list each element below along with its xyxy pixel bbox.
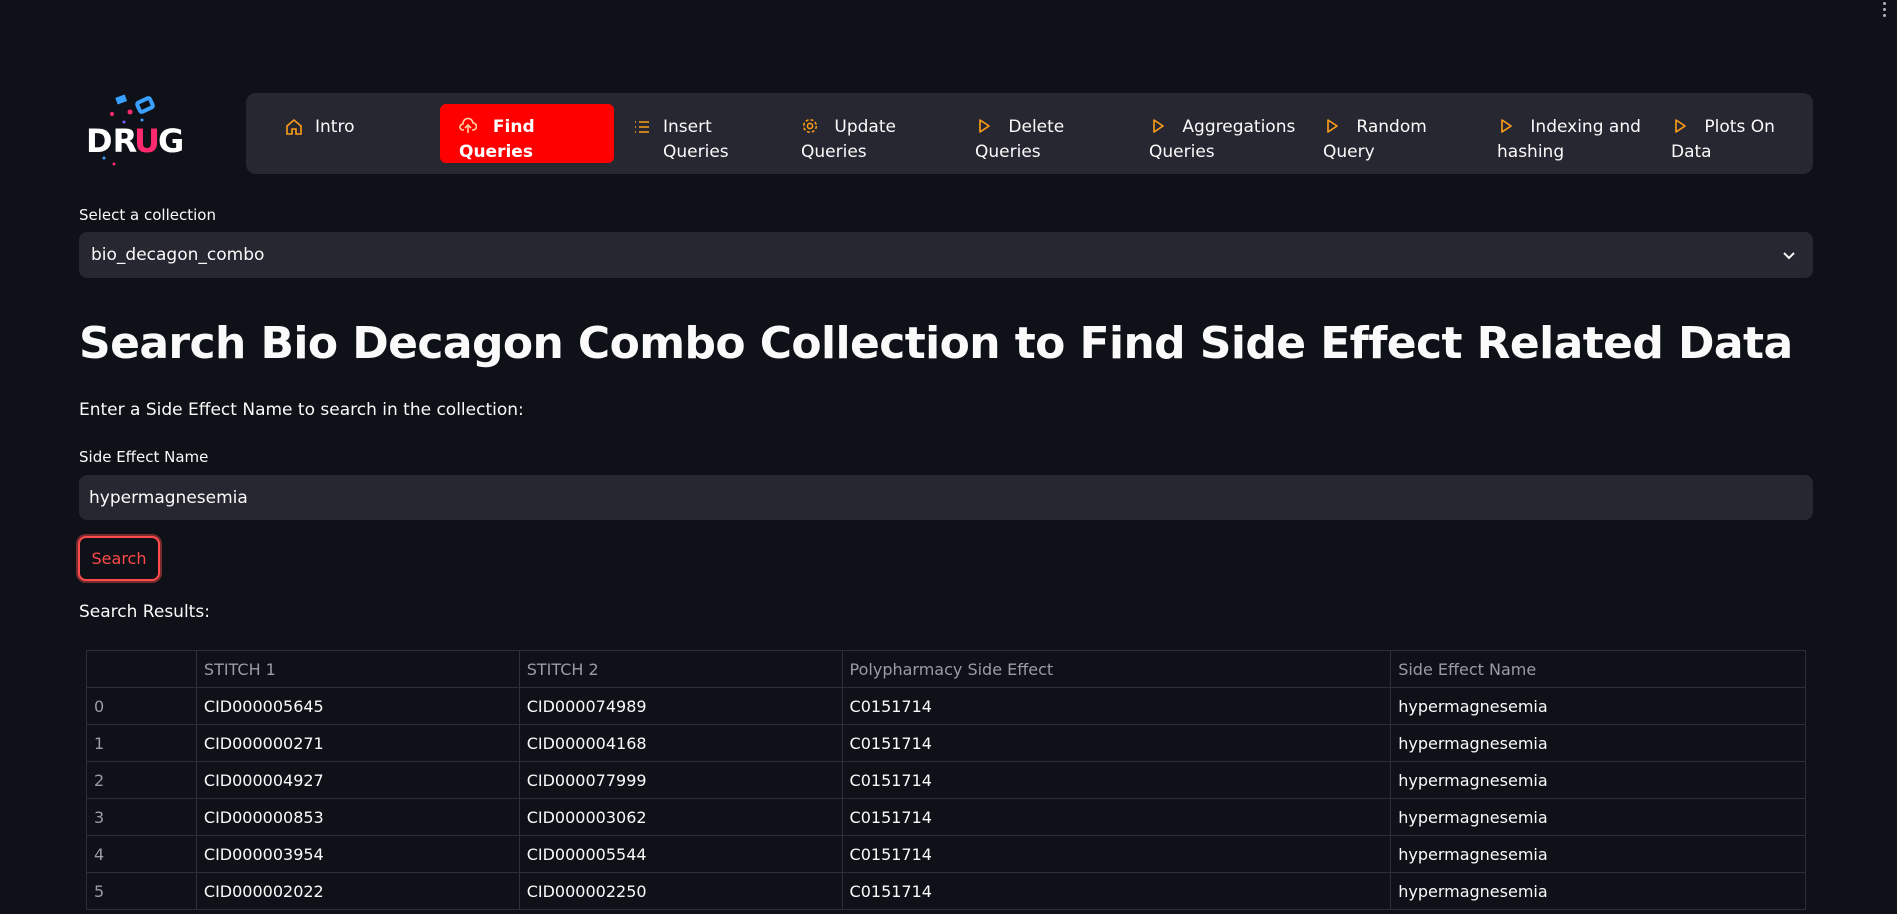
list-icon [635,121,649,133]
row-index: 2 [86,761,197,799]
cell-side-effect-name: hypermagnesemia [1390,798,1806,836]
collection-select-value: bio_decagon_combo [91,245,265,265]
cell-polypharmacy-side-effect: C0151714 [841,687,1392,725]
table-row: 1 CID000000271 CID000004168 C0151714 hyp… [86,724,1806,762]
cell-stitch-1: CID000000271 [195,724,520,762]
cell-stitch-1: CID000004927 [195,761,520,799]
cell-stitch-2: CID000002250 [518,872,843,910]
play-outline-icon [1675,119,1686,133]
cell-polypharmacy-side-effect: C0151714 [841,872,1392,910]
column-header-index[interactable] [86,650,197,688]
play-outline-icon [1501,119,1512,133]
page-title: Search Bio Decagon Combo Collection to F… [79,318,1793,369]
play-outline-icon [1327,119,1338,133]
search-button[interactable]: Search [78,536,160,581]
kebab-menu-icon[interactable] [1883,2,1889,17]
gear-icon [802,118,818,134]
home-icon [286,118,302,135]
cell-stitch-1: CID000002022 [195,872,520,910]
cell-stitch-2: CID000077999 [518,761,843,799]
results-table: STITCH 1 STITCH 2 Polypharmacy Side Effe… [86,650,1806,910]
play-outline-icon [979,119,990,133]
nav-item-aggregations-queries[interactable]: Aggregations Queries [1136,104,1310,163]
search-results-label: Search Results: [79,602,210,622]
cell-polypharmacy-side-effect: C0151714 [841,724,1392,762]
nav-item-indexing-and-hashing[interactable]: Indexing and hashing [1484,104,1658,163]
side-effect-input[interactable] [79,475,1813,520]
nav-item-random-query[interactable]: Random Query [1310,104,1484,163]
nav-label: Indexing and hashing [1497,117,1641,162]
row-index: 3 [86,798,197,836]
cell-polypharmacy-side-effect: C0151714 [841,798,1392,836]
cell-stitch-1: CID000000853 [195,798,520,836]
drug-logo: DR U G [86,94,184,166]
cell-stitch-2: CID000074989 [518,687,843,725]
nav-label: Insert Queries [663,117,729,162]
row-index: 5 [86,872,197,910]
nav-item-insert-queries[interactable]: Insert Queries [614,104,788,163]
collection-select[interactable]: bio_decagon_combo [79,232,1813,278]
cell-stitch-2: CID000005544 [518,835,843,873]
side-effect-field-label: Side Effect Name [79,448,209,466]
play-outline-icon [1153,119,1164,133]
nav-item-update-queries[interactable]: Update Queries [788,104,962,163]
cell-side-effect-name: hypermagnesemia [1390,761,1806,799]
table-row: 5 CID000002022 CID000002250 C0151714 hyp… [86,872,1806,910]
table-row: 2 CID000004927 CID000077999 C0151714 hyp… [86,761,1806,799]
cell-stitch-1: CID000003954 [195,835,520,873]
collection-select-label: Select a collection [79,206,216,224]
cell-polypharmacy-side-effect: C0151714 [841,835,1392,873]
cell-stitch-2: CID000004168 [518,724,843,762]
search-instruction: Enter a Side Effect Name to search in th… [79,400,524,420]
column-header-stitch-1[interactable]: STITCH 1 [195,650,520,688]
cell-side-effect-name: hypermagnesemia [1390,872,1806,910]
cloud-upload-icon [459,117,477,133]
nav-item-plots-on-data[interactable]: Plots On Data [1658,104,1808,163]
column-header-side-effect-name[interactable]: Side Effect Name [1390,650,1806,688]
chevron-down-icon [1783,252,1795,260]
cell-side-effect-name: hypermagnesemia [1390,724,1806,762]
column-header-polypharmacy-side-effect[interactable]: Polypharmacy Side Effect [841,650,1392,688]
cell-side-effect-name: hypermagnesemia [1390,687,1806,725]
table-row: 4 CID000003954 CID000005544 C0151714 hyp… [86,835,1806,873]
cell-stitch-1: CID000005645 [195,687,520,725]
row-index: 1 [86,724,197,762]
svg-text:U: U [134,122,160,160]
nav-label: Aggregations Queries [1149,117,1296,162]
top-navbar: Intro Find Queries Insert Queries Update… [246,93,1813,174]
table-header-row: STITCH 1 STITCH 2 Polypharmacy Side Effe… [86,650,1806,688]
nav-item-intro[interactable]: Intro [266,104,440,163]
nav-label: Intro [315,117,355,137]
table-row: 3 CID000000853 CID000003062 C0151714 hyp… [86,798,1806,836]
row-index: 4 [86,835,197,873]
cell-stitch-2: CID000003062 [518,798,843,836]
svg-text:G: G [158,122,184,160]
column-header-stitch-2[interactable]: STITCH 2 [518,650,843,688]
cell-side-effect-name: hypermagnesemia [1390,835,1806,873]
table-row: 0 CID000005645 CID000074989 C0151714 hyp… [86,687,1806,725]
app-root: DR U G Intro Find Queries Insert Queries… [0,0,1897,914]
cell-polypharmacy-side-effect: C0151714 [841,761,1392,799]
row-index: 0 [86,687,197,725]
nav-item-find-queries[interactable]: Find Queries [440,104,614,163]
svg-text:DR: DR [86,122,137,160]
nav-item-delete-queries[interactable]: Delete Queries [962,104,1136,163]
